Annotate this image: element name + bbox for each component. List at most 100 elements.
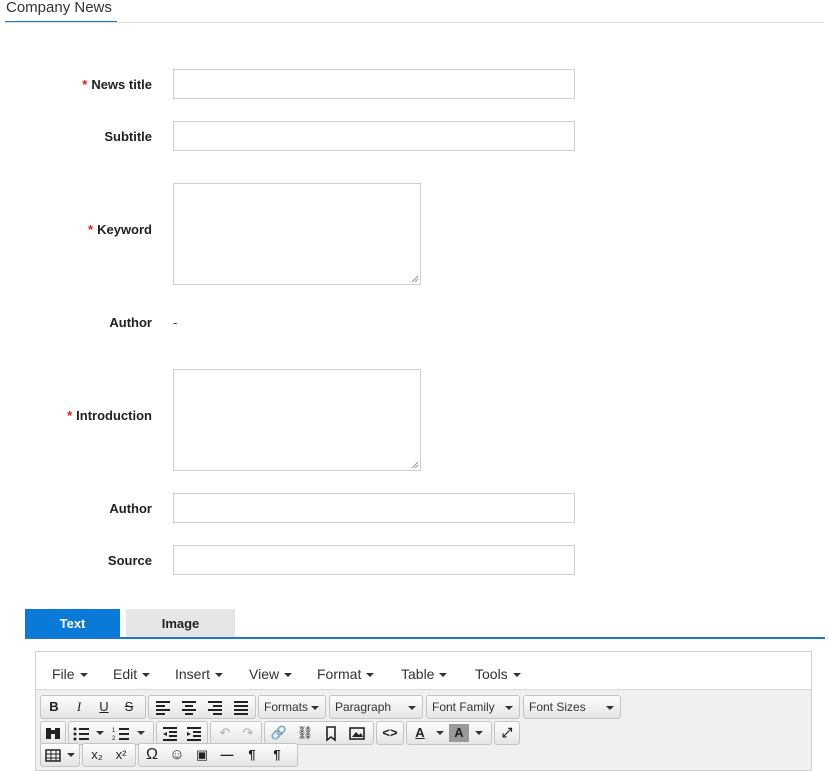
find-group [40, 721, 66, 745]
code-icon[interactable]: <> [380, 724, 400, 742]
chevron-down-icon[interactable] [436, 731, 444, 735]
paragraph-ltr-icon[interactable]: ¶ [242, 746, 262, 764]
editor-menubar: File Edit Insert View Format Table Tools [36, 652, 811, 690]
author-readonly-label: Author [109, 315, 152, 330]
introduction-textarea[interactable] [173, 369, 421, 471]
rich-text-editor: File Edit Insert View Format Table Tools… [35, 651, 812, 771]
chevron-down-icon [505, 706, 513, 710]
required-marker: * [82, 77, 88, 92]
table-icon[interactable] [43, 746, 63, 764]
chevron-down-icon[interactable] [137, 731, 145, 735]
strikethrough-icon[interactable]: S [119, 698, 139, 716]
align-right-icon[interactable] [205, 698, 225, 716]
svg-text:2: 2 [112, 736, 116, 742]
italic-icon[interactable]: I [69, 698, 89, 716]
chevron-down-icon[interactable] [475, 731, 483, 735]
header-divider [5, 22, 824, 23]
chevron-down-icon [284, 673, 293, 678]
author-input[interactable] [173, 493, 575, 523]
script-group: x₂ x² [82, 743, 136, 767]
code-group: <> [376, 721, 404, 745]
unlink-icon[interactable]: ⛓ [295, 724, 315, 742]
bold-icon[interactable]: B [44, 698, 64, 716]
insert-group: Ω ☺ ▣ — ¶ ¶ [138, 743, 298, 767]
link-icon[interactable]: 🔗 [269, 724, 289, 742]
menu-file[interactable]: File [52, 666, 88, 682]
background-color-icon[interactable]: A [449, 724, 469, 742]
font-sizes-dropdown[interactable]: Font Sizes [523, 695, 621, 719]
find-replace-icon[interactable] [43, 724, 63, 742]
align-justify-icon[interactable] [231, 698, 251, 716]
show-blocks-icon[interactable]: ¶ [267, 746, 287, 764]
chevron-down-icon [439, 673, 448, 678]
required-marker: * [88, 222, 94, 237]
svg-text:1: 1 [112, 728, 116, 734]
chevron-down-icon [408, 706, 416, 710]
chevron-down-icon [512, 673, 521, 678]
link-media-group: 🔗 ⛓ [264, 721, 374, 745]
indent-icon[interactable] [184, 724, 204, 742]
paragraph-dropdown[interactable]: Paragraph [329, 695, 423, 719]
table-group [40, 743, 80, 767]
outdent-icon[interactable] [160, 724, 180, 742]
emoticon-icon[interactable]: ☺ [167, 746, 187, 764]
fullscreen-group: ⤢ [494, 721, 520, 745]
chevron-down-icon [311, 706, 319, 710]
menu-view[interactable]: View [249, 666, 293, 682]
subscript-icon[interactable]: x₂ [87, 746, 107, 764]
subtitle-input[interactable] [173, 121, 575, 151]
keyword-label: * Keyword [88, 222, 152, 237]
menu-format[interactable]: Format [317, 666, 375, 682]
keyword-textarea[interactable] [173, 183, 421, 285]
news-title-label: * News title [82, 77, 152, 92]
fullscreen-icon[interactable]: ⤢ [497, 724, 517, 742]
chevron-down-icon[interactable] [67, 753, 75, 757]
author-readonly-value: - [173, 315, 178, 330]
superscript-icon[interactable]: x² [111, 746, 131, 764]
bullet-list-icon[interactable] [71, 724, 91, 742]
introduction-label: * Introduction [67, 408, 152, 423]
indent-group [156, 721, 208, 745]
image-icon[interactable] [347, 724, 367, 742]
text-style-group: B I U S [40, 695, 146, 719]
horizontal-rule-icon[interactable]: — [217, 746, 237, 764]
chevron-down-icon [215, 673, 224, 678]
content-tabs: Text Image [25, 609, 825, 640]
undo-redo-group: ↶ ↷ [210, 721, 262, 745]
source-label: Source [107, 553, 152, 568]
align-left-icon[interactable] [153, 698, 173, 716]
font-family-dropdown[interactable]: Font Family [426, 695, 520, 719]
tabs-underline [25, 637, 825, 639]
list-group: 12 [68, 721, 154, 745]
resize-grip-icon[interactable] [411, 461, 419, 469]
text-color-icon[interactable]: A [410, 724, 430, 742]
numbered-list-icon[interactable]: 12 [111, 724, 131, 742]
bookmark-icon[interactable] [321, 724, 341, 742]
formats-dropdown[interactable]: Formats [258, 695, 326, 719]
author-label: Author [109, 501, 152, 516]
color-group: A A [406, 721, 492, 745]
menu-insert[interactable]: Insert [175, 666, 224, 682]
chevron-down-icon[interactable] [96, 731, 104, 735]
tab-image[interactable]: Image [126, 609, 235, 638]
chevron-down-icon [606, 706, 614, 710]
chevron-down-icon [366, 673, 375, 678]
menu-edit[interactable]: Edit [113, 666, 151, 682]
chevron-down-icon [79, 673, 88, 678]
page-title-tab[interactable]: Company News [5, 0, 113, 22]
alignment-group [148, 695, 256, 719]
tab-text[interactable]: Text [25, 609, 120, 638]
required-marker: * [67, 408, 73, 423]
underline-icon[interactable]: U [94, 698, 114, 716]
redo-icon[interactable]: ↷ [238, 724, 258, 742]
align-center-icon[interactable] [179, 698, 199, 716]
chevron-down-icon [142, 673, 151, 678]
undo-icon[interactable]: ↶ [215, 724, 235, 742]
menu-tools[interactable]: Tools [475, 666, 521, 682]
resize-grip-icon[interactable] [411, 275, 419, 283]
news-title-input[interactable] [173, 69, 575, 99]
media-icon[interactable]: ▣ [192, 746, 212, 764]
menu-table[interactable]: Table [401, 666, 448, 682]
source-input[interactable] [173, 545, 575, 575]
special-character-icon[interactable]: Ω [142, 746, 162, 764]
